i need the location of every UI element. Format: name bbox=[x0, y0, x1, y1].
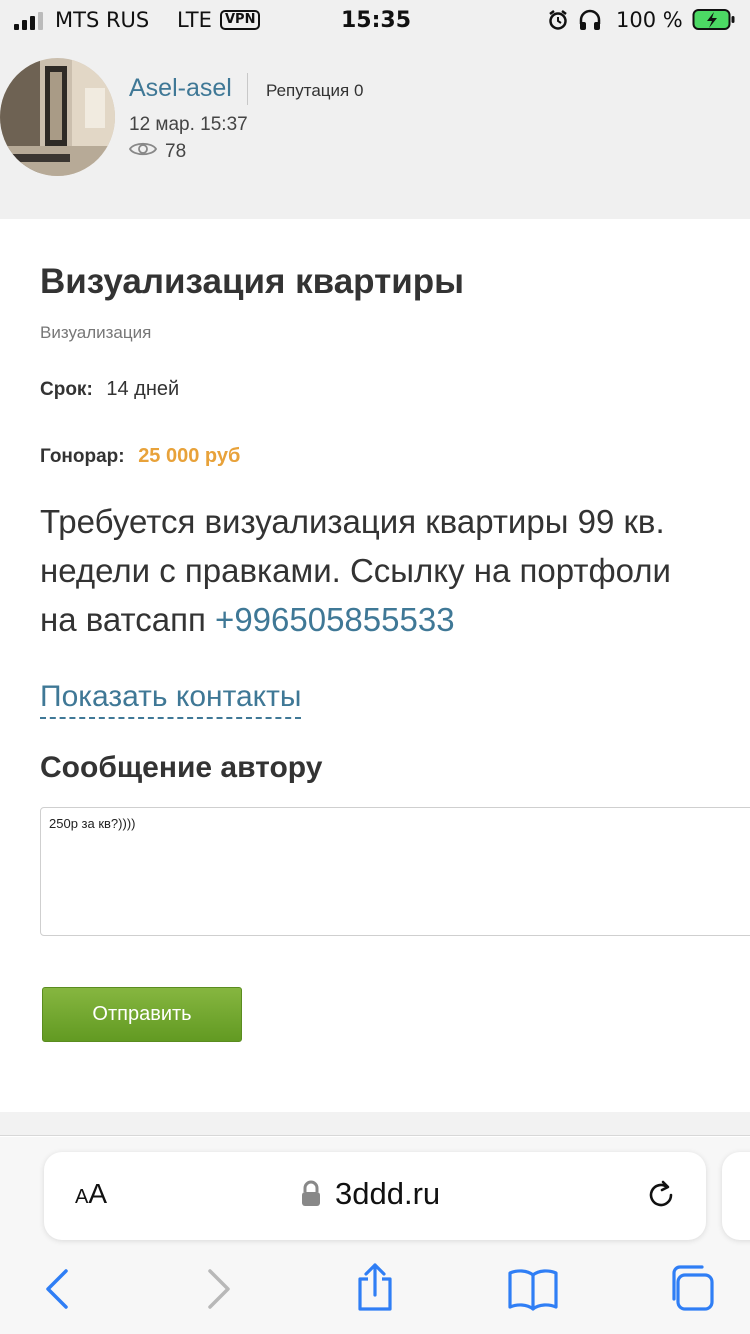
deadline-field: Срок: 14 дней bbox=[40, 378, 179, 401]
show-contacts-link[interactable]: Показать контакты bbox=[40, 679, 302, 719]
eye-icon bbox=[128, 140, 158, 164]
cellular-signal-icon bbox=[14, 12, 43, 30]
page-footer-edge bbox=[0, 1112, 750, 1136]
views-count: 78 bbox=[165, 141, 187, 162]
battery-percentage: 100 % bbox=[616, 8, 683, 32]
description-line: Требуется визуализация квартиры 99 кв. bbox=[40, 503, 665, 540]
aa-large: A bbox=[88, 1178, 108, 1209]
author-header: Asel-asel Репутация 0 12 мар. 15:37 78 bbox=[0, 40, 750, 219]
job-category: Визуализация bbox=[40, 323, 152, 342]
description-line: на ватсапп +996505855533 bbox=[40, 595, 750, 644]
description-line: недели с правками. Ссылку на портфоли bbox=[40, 552, 671, 589]
tabs-icon[interactable] bbox=[666, 1263, 716, 1318]
battery-charging-icon bbox=[692, 8, 736, 37]
deadline-label: Срок: bbox=[40, 379, 93, 400]
views-counter: 78 bbox=[128, 140, 187, 164]
bookmarks-icon[interactable] bbox=[507, 1267, 559, 1316]
message-heading: Сообщение автору bbox=[40, 751, 323, 784]
network-type: LTE bbox=[177, 8, 212, 32]
address-bar[interactable]: AA 3ddd.ru bbox=[44, 1152, 706, 1240]
divider bbox=[247, 73, 248, 105]
forward-icon[interactable] bbox=[200, 1267, 236, 1316]
fee-field: Гонорар: 25 000 руб bbox=[40, 445, 240, 468]
fee-value: 25 000 руб bbox=[138, 445, 241, 467]
send-button[interactable]: Отправить bbox=[42, 987, 242, 1042]
url-text[interactable]: 3ddd.ru bbox=[335, 1176, 440, 1212]
share-icon[interactable] bbox=[354, 1261, 396, 1318]
author-name-link[interactable]: Asel-asel bbox=[129, 74, 232, 103]
page-title: Визуализация квартиры bbox=[40, 262, 464, 301]
status-bar: MTS RUS LTE VPN 15:35 100 % bbox=[0, 0, 750, 40]
job-description: Требуется визуализация квартиры 99 кв. н… bbox=[40, 497, 750, 644]
deadline-value: 14 дней bbox=[106, 378, 180, 400]
headphones-icon bbox=[578, 9, 602, 36]
vpn-badge: VPN bbox=[220, 10, 261, 30]
post-date: 12 мар. 15:37 bbox=[129, 114, 248, 135]
avatar[interactable] bbox=[0, 58, 115, 176]
message-textarea[interactable]: 250р за кв?)))) bbox=[40, 807, 750, 936]
description-text: на ватсапп bbox=[40, 601, 216, 638]
carrier-name: MTS RUS bbox=[55, 8, 150, 32]
reader-settings-button[interactable]: AA bbox=[75, 1178, 107, 1210]
status-time: 15:35 bbox=[341, 8, 412, 33]
next-tab-peek[interactable] bbox=[722, 1152, 750, 1240]
alarm-icon bbox=[547, 9, 569, 36]
aa-small: A bbox=[75, 1186, 89, 1208]
back-icon[interactable] bbox=[40, 1267, 76, 1316]
author-reputation: Репутация 0 bbox=[266, 81, 364, 100]
fee-label: Гонорар: bbox=[40, 446, 125, 467]
browser-toolbar: AA 3ddd.ru bbox=[0, 1137, 750, 1334]
reload-icon[interactable] bbox=[644, 1178, 678, 1217]
job-post: Визуализация квартиры Визуализация Срок:… bbox=[0, 219, 750, 1112]
phone-link[interactable]: +996505855533 bbox=[215, 601, 455, 638]
lock-icon bbox=[300, 1180, 322, 1213]
